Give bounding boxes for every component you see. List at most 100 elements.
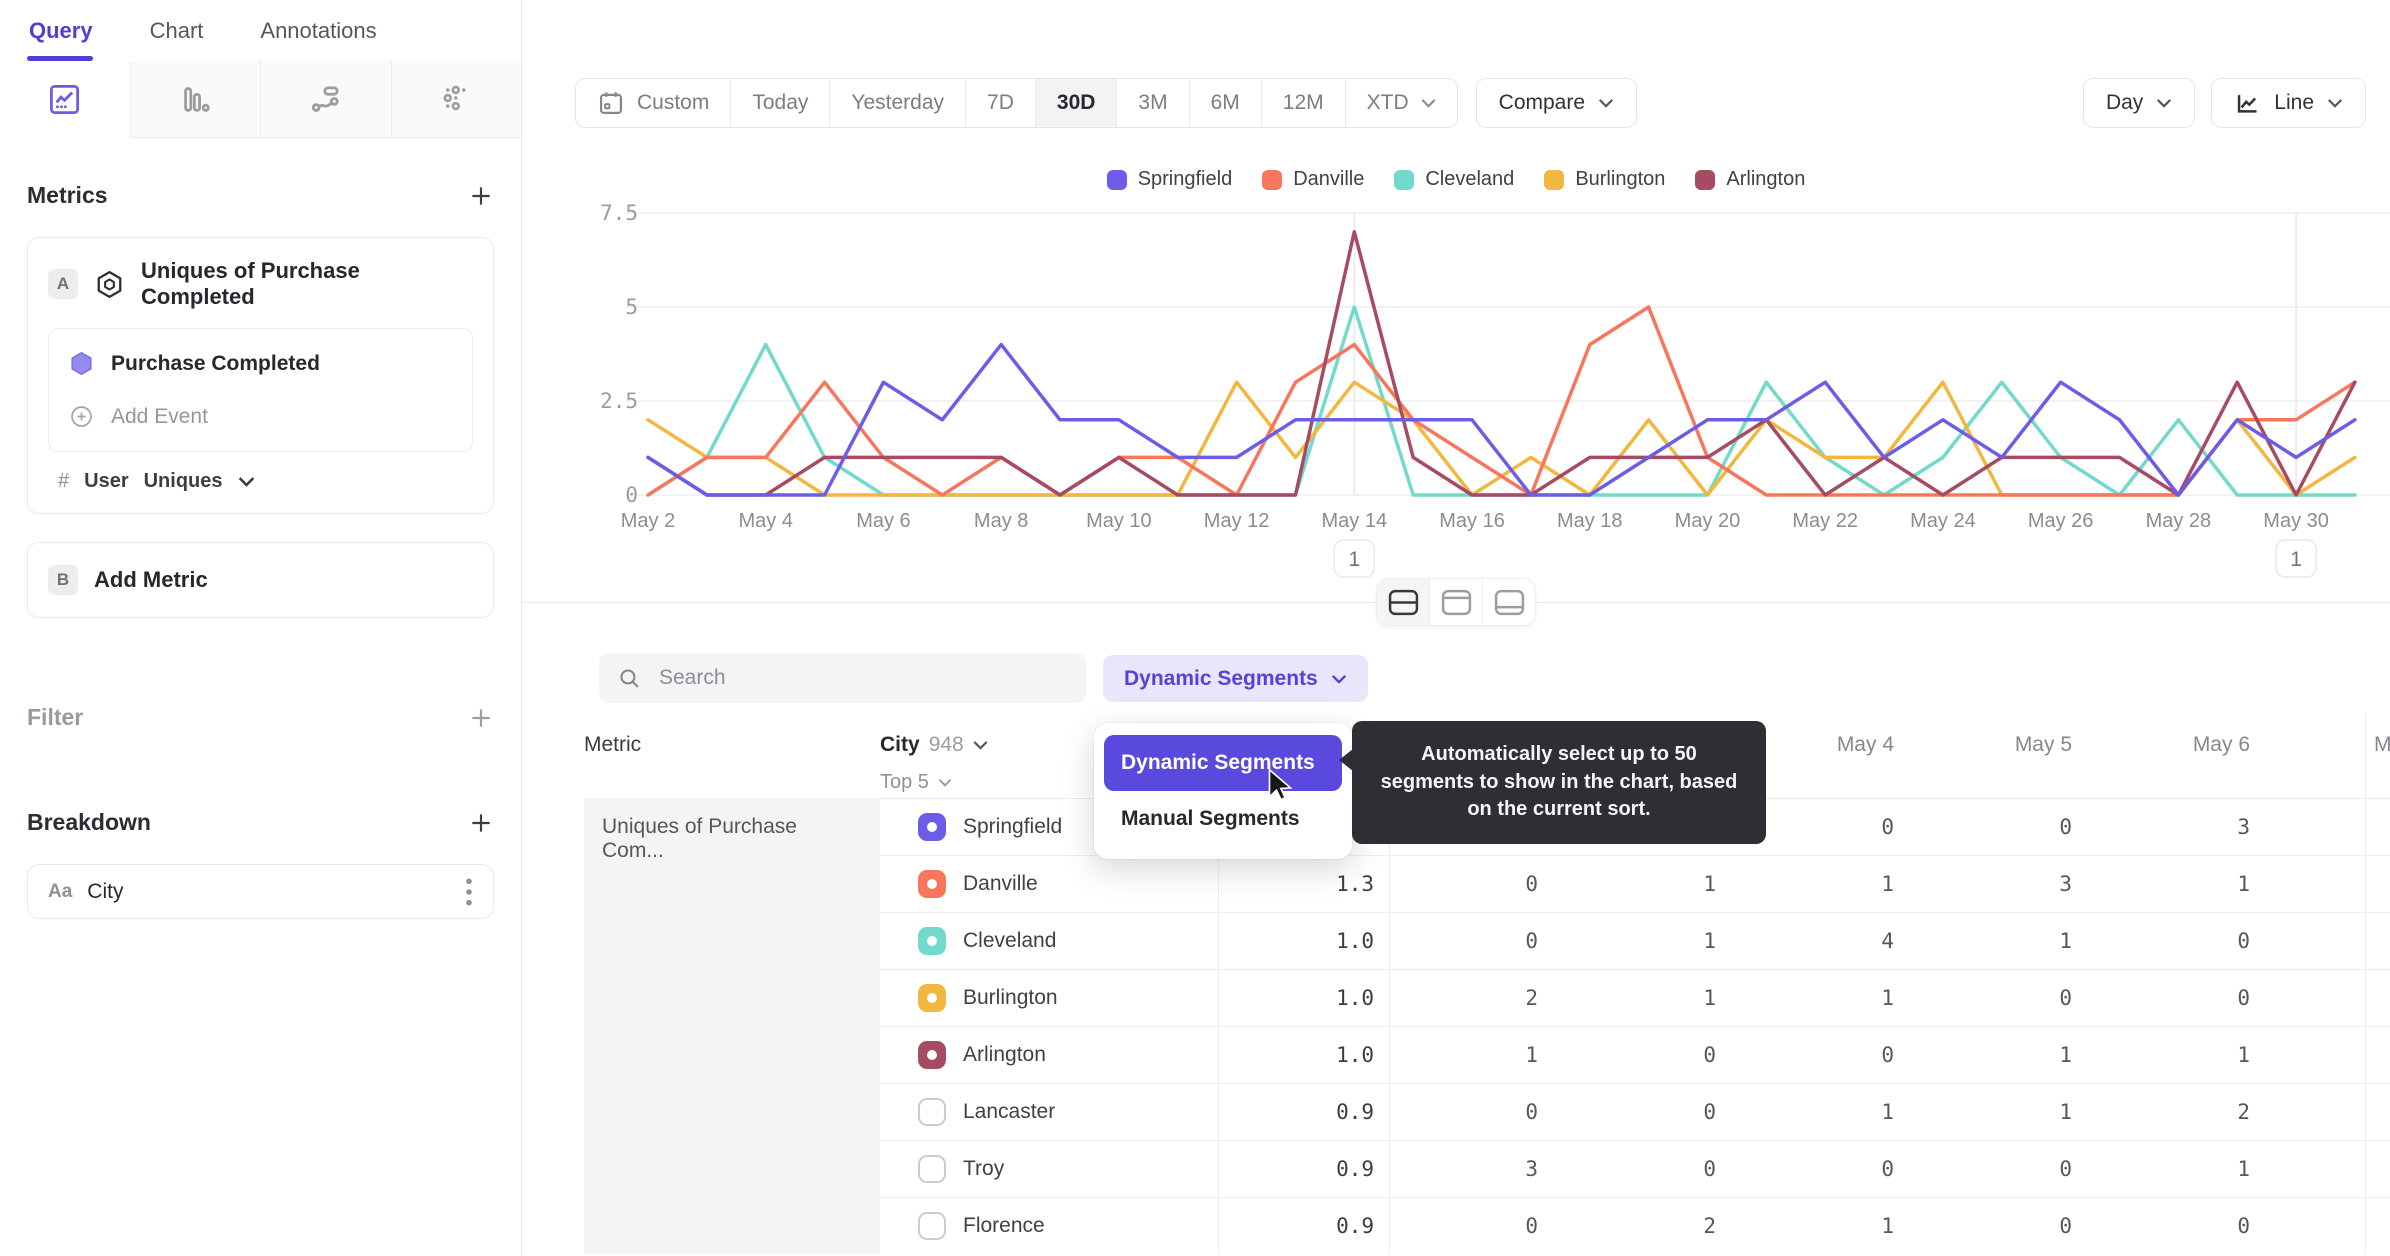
legend-item-danville[interactable]: Danville: [1262, 168, 1364, 191]
segment-checkbox-checked[interactable]: [918, 927, 946, 955]
legend-item-springfield[interactable]: Springfield: [1106, 168, 1232, 191]
property-type-icon: Aa: [48, 880, 73, 902]
interval-dropdown[interactable]: Day: [2082, 78, 2196, 128]
annotation-badge[interactable]: 1: [2275, 539, 2317, 578]
date-range-7d[interactable]: 7D: [966, 79, 1036, 127]
segment-day-value: 0: [1746, 798, 1924, 855]
segment-avg-value: 1.0: [1218, 912, 1390, 969]
segment-row-lancaster[interactable]: Lancaster: [880, 1083, 1218, 1140]
date-range-xtd[interactable]: XTD: [1346, 79, 1457, 127]
menu-item-manual-segments[interactable]: Manual Segments: [1104, 791, 1342, 847]
segment-avg-value: 0.9: [1218, 1140, 1390, 1197]
legend-swatch: [1695, 169, 1716, 190]
chart-type-tab[interactable]: [391, 61, 521, 138]
segment-day-value: 4: [1746, 912, 1924, 969]
date-range-3m[interactable]: 3M: [1117, 79, 1190, 127]
annotation-badge[interactable]: 1: [1333, 539, 1376, 578]
segment-day-value: 2: [2102, 1083, 2280, 1140]
legend-label: Burlington: [1575, 168, 1666, 190]
dynamic-segments-tooltip: Automatically select up to 50 segments t…: [1339, 721, 1766, 844]
segment-row-danville[interactable]: Danville: [880, 855, 1218, 912]
segment-day-value: 0: [1568, 1140, 1746, 1197]
add-filter-plus-icon[interactable]: [468, 705, 494, 731]
clipped-cell: [2365, 798, 2390, 855]
date-range-label: Yesterday: [851, 91, 945, 114]
line-chart[interactable]: 0 2.5 5 7.5 May 2 May 4 May 6 May 8 May 10 May 12…: [522, 200, 2390, 580]
add-event-row[interactable]: Add Event: [49, 390, 472, 443]
date-range-yesterday[interactable]: Yesterday: [830, 79, 967, 127]
y-axis-tick: 2.5: [600, 389, 638, 413]
segment-checkbox-checked[interactable]: [918, 984, 946, 1012]
segments-mode-label: Dynamic Segments: [1124, 666, 1318, 690]
chart-type-tab[interactable]: [261, 61, 392, 138]
compare-button[interactable]: Compare: [1475, 78, 1638, 128]
spacer-cell: [2280, 1140, 2365, 1197]
legend-item-cleveland[interactable]: Cleveland: [1394, 168, 1514, 191]
chart-type-tab[interactable]: [130, 61, 261, 138]
measure-selector[interactable]: # User Uniques: [48, 470, 473, 493]
legend-swatch: [1106, 169, 1127, 190]
date-range-30d[interactable]: 30D: [1035, 79, 1118, 127]
segment-day-value: 0: [1746, 1140, 1924, 1197]
bar-chart-icon: [178, 82, 213, 117]
add-metric-card[interactable]: B Add Metric: [27, 542, 494, 618]
chart-toolbar: Custom Today Yesterday 7D 30D 3M 6M 12M XTD Comp…: [575, 78, 2366, 128]
x-axis-tick: May 8: [974, 510, 1028, 532]
add-metric-plus-icon[interactable]: [468, 183, 494, 209]
date-range-control: Custom Today Yesterday 7D 30D 3M 6M 12M XTD: [575, 78, 1458, 128]
nav-tab-query[interactable]: Query: [29, 18, 93, 44]
segment-name: Florence: [963, 1214, 1045, 1237]
chart-style-dropdown[interactable]: Line: [2211, 78, 2366, 128]
nav-tab-chart[interactable]: Chart: [150, 18, 204, 44]
metric-card-a[interactable]: A Uniques of Purchase Completed Purchase…: [27, 237, 494, 514]
segment-day-value: 0: [2102, 912, 2280, 969]
segment-row-arlington[interactable]: Arlington: [880, 1026, 1218, 1083]
legend-item-burlington[interactable]: Burlington: [1544, 168, 1665, 191]
segment-row-cleveland[interactable]: Cleveland: [880, 912, 1218, 969]
metric-b-badge: B: [48, 565, 78, 595]
segment-day-value: 1: [2102, 1026, 2280, 1083]
legend-item-arlington[interactable]: Arlington: [1695, 168, 1805, 191]
segment-day-value: 1: [1568, 912, 1746, 969]
date-range-6m[interactable]: 6M: [1190, 79, 1262, 127]
clipped-cell: [2365, 1197, 2390, 1254]
segment-checkbox-unchecked[interactable]: [918, 1098, 946, 1126]
spacer-cell: [2280, 1197, 2365, 1254]
menu-item-dynamic-segments[interactable]: Dynamic Segments: [1104, 735, 1342, 791]
date-range-label: 7D: [987, 91, 1014, 114]
kebab-menu-icon[interactable]: [465, 876, 473, 908]
segments-mode-menu: Dynamic Segments Manual Segments: [1094, 723, 1352, 859]
table-header-date: May 6: [2192, 733, 2250, 756]
segment-row-troy[interactable]: Troy: [880, 1140, 1218, 1197]
search-input[interactable]: [657, 665, 1068, 691]
breakdown-property-city[interactable]: Aa City: [27, 864, 494, 919]
segment-checkbox-unchecked[interactable]: [918, 1212, 946, 1240]
segment-row-florence[interactable]: Florence: [880, 1197, 1218, 1254]
x-axis-tick: May 2: [621, 510, 675, 532]
segment-name: Springfield: [963, 815, 1063, 838]
segment-checkbox-unchecked[interactable]: [918, 1155, 946, 1183]
date-range-today[interactable]: Today: [731, 79, 831, 127]
date-range-12m[interactable]: 12M: [1262, 79, 1346, 127]
spacer-cell: [2280, 969, 2365, 1026]
legend-swatch: [1544, 169, 1565, 190]
event-row[interactable]: Purchase Completed: [49, 337, 472, 390]
date-range-custom[interactable]: Custom: [576, 79, 732, 127]
segments-mode-dropdown[interactable]: Dynamic Segments: [1103, 655, 1368, 702]
segment-row-burlington[interactable]: Burlington: [880, 969, 1218, 1026]
segment-checkbox-checked[interactable]: [918, 813, 946, 841]
x-axis-tick: May 12: [1204, 510, 1270, 532]
spacer-cell: [2280, 798, 2365, 855]
segment-avg-value: 0.9: [1218, 1197, 1390, 1254]
nav-tab-annotations[interactable]: Annotations: [260, 18, 376, 44]
line-chart-icon: [2234, 90, 2261, 117]
segment-checkbox-checked[interactable]: [918, 1041, 946, 1069]
chart-type-tab[interactable]: [0, 61, 131, 138]
segment-checkbox-checked[interactable]: [918, 870, 946, 898]
segment-day-value: 0: [1568, 1026, 1746, 1083]
measure-type: Uniques: [143, 470, 223, 492]
add-breakdown-plus-icon[interactable]: [468, 810, 494, 836]
segment-day-value: 0: [1746, 1026, 1924, 1083]
event-hexagon-icon: [68, 350, 95, 377]
segment-search[interactable]: [599, 653, 1086, 703]
